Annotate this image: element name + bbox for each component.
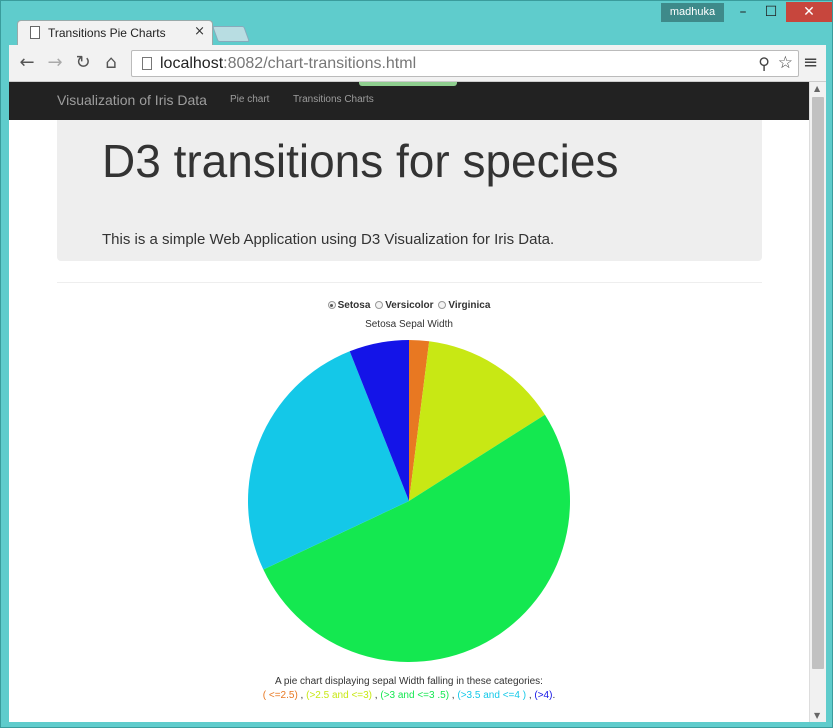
category-legend: ( <=2.5) , (>2.5 and <=3) , (>3 and <=3 …: [9, 690, 809, 701]
chart-caption: A pie chart displaying sepal Width falli…: [275, 676, 543, 687]
bookmark-star-icon[interactable]: ☆: [778, 53, 793, 73]
new-tab-button[interactable]: [212, 26, 250, 42]
browser-toolbar: ← → ↻ ⌂ localhost:8082/chart-transitions…: [9, 45, 826, 82]
menu-icon[interactable]: ≡: [803, 52, 818, 73]
page-icon: [30, 26, 40, 39]
page-viewport: Visualization of Iris Data Pie chart Tra…: [9, 82, 826, 722]
caption-end: .: [552, 690, 556, 701]
pie-chart: [248, 340, 570, 662]
tab-title: Transitions Pie Charts: [48, 26, 166, 40]
scroll-up-icon[interactable]: ▲: [814, 84, 820, 93]
back-arrow-icon[interactable]: ←: [15, 52, 39, 73]
scroll-down-icon[interactable]: ▼: [814, 711, 820, 720]
legend-item-2: (>2.5 and <=3): [306, 690, 373, 701]
home-icon[interactable]: ⌂: [99, 52, 123, 73]
user-badge: madhuka: [661, 3, 724, 22]
close-window-button[interactable]: ✕: [786, 2, 832, 22]
reload-icon[interactable]: ↻: [71, 52, 95, 73]
legend-item-5: (>4): [534, 690, 553, 701]
maximize-button[interactable]: ☐: [757, 2, 785, 22]
separator: ,: [297, 690, 307, 701]
scrollbar-thumb[interactable]: [812, 97, 824, 669]
tab-close-icon[interactable]: ×: [194, 24, 205, 39]
url-host: localhost: [160, 55, 224, 72]
url-text[interactable]: localhost:8082/chart-transitions.html: [160, 55, 416, 73]
page-icon: [142, 57, 152, 70]
forward-arrow-icon[interactable]: →: [43, 52, 67, 73]
browser-window: madhuka – ☐ ✕ Transitions Pie Charts × ←…: [0, 0, 833, 728]
url-path: :8082/chart-transitions.html: [223, 55, 417, 72]
address-bar[interactable]: localhost:8082/chart-transitions.html ⚲ …: [131, 50, 799, 77]
zoom-icon[interactable]: ⚲: [758, 54, 770, 73]
legend-item-4: (>3.5 and <=4 ): [457, 690, 527, 701]
legend-item-3: (>3 and <=3 .5): [380, 690, 450, 701]
browser-tab[interactable]: Transitions Pie Charts ×: [17, 20, 213, 46]
vertical-scrollbar[interactable]: ▲ ▼: [809, 82, 826, 722]
legend-item-1: ( <=2.5): [262, 690, 298, 701]
minimize-button[interactable]: –: [729, 2, 757, 22]
